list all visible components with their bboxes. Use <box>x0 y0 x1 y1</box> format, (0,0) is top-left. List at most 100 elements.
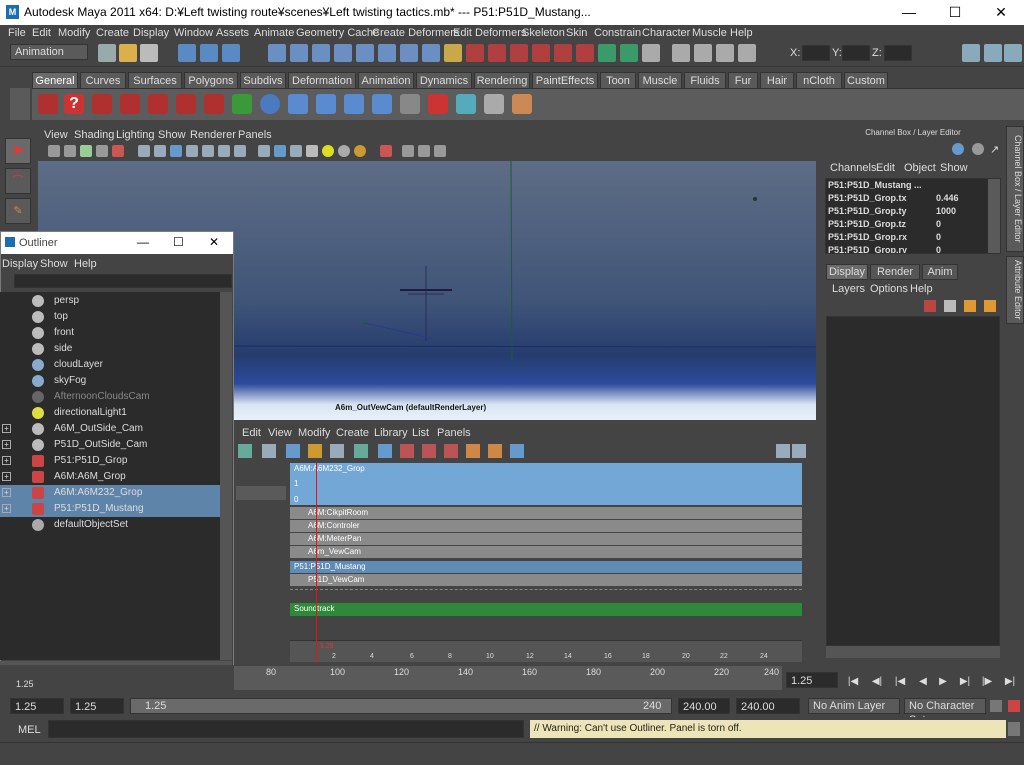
layer-tab-anim[interactable]: Anim <box>922 264 958 280</box>
shelf-tab-toon[interactable]: Toon <box>600 72 636 88</box>
menu-skeleton[interactable]: Skeleton <box>522 27 565 39</box>
outliner-item-directionallight1[interactable]: directionalLight1 <box>0 405 220 421</box>
outliner-menu-help[interactable]: Help <box>74 258 97 270</box>
layout-icon-3[interactable] <box>738 44 756 62</box>
outliner-item-a6m-outside-cam[interactable]: + A6M_OutSide_Cam <box>0 421 220 437</box>
play-backward-icon[interactable]: ◀ <box>916 675 930 689</box>
hypershade-icon[interactable] <box>554 44 572 62</box>
channel-row[interactable]: P51:P51D_Grop.ry 0 <box>826 245 1002 253</box>
layer-list[interactable] <box>826 316 1000 646</box>
vp-checker-icon[interactable] <box>306 145 318 157</box>
shelf-tab-rendering[interactable]: Rendering <box>474 72 530 88</box>
vp-menu-renderer[interactable]: Renderer <box>190 129 236 141</box>
ds-graph-icon[interactable] <box>286 444 300 458</box>
open-scene-icon[interactable] <box>119 44 137 62</box>
channel-object-name[interactable]: P51:P51D_Mustang ... <box>826 180 1002 193</box>
expand-icon[interactable]: + <box>2 456 11 465</box>
shelf-tab-fluids[interactable]: Fluids <box>684 72 726 88</box>
vp-textured-icon[interactable] <box>290 145 302 157</box>
layer-tab-render[interactable]: Render <box>870 264 920 280</box>
menu-animate[interactable]: Animate <box>254 27 294 39</box>
layout-icon[interactable] <box>694 44 712 62</box>
command-language-label[interactable]: MEL <box>18 724 41 736</box>
layer-hscrollbar[interactable] <box>826 646 1000 658</box>
channel-manip-icon[interactable]: ↗ <box>990 143 1002 156</box>
menu-display[interactable]: Display <box>133 27 169 39</box>
layer-move-down-icon[interactable] <box>984 300 996 312</box>
shelf-sphere-icon[interactable] <box>260 94 280 114</box>
vp-gate-mask-icon[interactable] <box>186 145 198 157</box>
vp-menu-lighting[interactable]: Lighting <box>116 129 155 141</box>
shelf-tab-curves[interactable]: Curves <box>80 72 126 88</box>
shelf-paint-icon[interactable] <box>232 94 252 114</box>
current-time-field[interactable]: 1.25 <box>786 672 838 688</box>
channel-row[interactable]: P51:P51D_Grop.rx 0 <box>826 232 1002 245</box>
outliner-item-persp[interactable]: persp <box>0 293 220 309</box>
menu-edit-deformers[interactable]: Edit Deformers <box>453 27 526 39</box>
new-scene-icon[interactable] <box>98 44 116 62</box>
shelf-light-icon[interactable] <box>120 94 140 114</box>
vp-wireframe-icon[interactable] <box>258 145 270 157</box>
step-back-frame-icon[interactable]: |◀ <box>893 675 907 689</box>
ds-row-meterpan[interactable]: A6M:MeterPan <box>290 533 802 545</box>
shelf-tab-painteffects[interactable]: PaintEffects <box>532 72 598 88</box>
x-field[interactable] <box>802 45 830 61</box>
snap-curve-icon[interactable] <box>290 44 308 62</box>
vp-lock-camera-icon[interactable] <box>64 145 76 157</box>
history-icon[interactable] <box>466 44 484 62</box>
outliner-menu-display[interactable]: Display <box>2 258 38 270</box>
anim-layer-dropdown[interactable]: No Anim Layer <box>808 698 900 714</box>
shelf-tab-subdivs[interactable]: Subdivs <box>240 72 286 88</box>
ds-blend-icon[interactable] <box>466 444 480 458</box>
render-settings-icon[interactable] <box>532 44 550 62</box>
cb-menu-show[interactable]: Show <box>940 162 968 174</box>
ds-row-cikpitroom[interactable]: A6M:CikpitRoom <box>290 507 802 519</box>
shelf-tab-custom[interactable]: Custom <box>844 72 888 88</box>
ds-row-controler[interactable]: A6M:Controler <box>290 520 802 532</box>
shelf-menu-icon[interactable] <box>10 88 30 120</box>
select-object-icon[interactable] <box>200 44 218 62</box>
ipr-render-icon[interactable] <box>510 44 528 62</box>
paint-select-tool-icon[interactable]: ✎ <box>5 198 31 224</box>
ds-pane-icon[interactable] <box>776 444 790 458</box>
ds-curve-icon[interactable] <box>354 444 368 458</box>
vp-xray-joints-icon[interactable] <box>418 145 430 157</box>
range-playback-end-field[interactable]: 240.00 <box>678 698 730 714</box>
step-back-key-icon[interactable]: ◀| <box>870 675 884 689</box>
input-icon[interactable] <box>620 44 638 62</box>
cb-menu-channels[interactable]: Channels <box>830 162 876 174</box>
menu-constrain[interactable]: Constrain <box>594 27 641 39</box>
shelf-graph-icon[interactable] <box>400 94 420 114</box>
vp-menu-shading[interactable]: Shading <box>74 129 114 141</box>
vp-camera-icon[interactable] <box>48 145 60 157</box>
vp-image-plane-icon[interactable] <box>96 145 108 157</box>
outliner-item-p51d-mustang[interactable]: + P51:P51D_Mustang <box>0 501 220 517</box>
outliner-item-a6m232-grop[interactable]: + A6M:A6M232_Grop <box>0 485 220 501</box>
lock-icon[interactable] <box>444 44 462 62</box>
command-input[interactable] <box>48 720 524 738</box>
mask-icon-2[interactable] <box>400 44 418 62</box>
shelf-camera-icon[interactable] <box>148 94 168 114</box>
menu-character[interactable]: Character <box>642 27 690 39</box>
menu-modify[interactable]: Modify <box>58 27 90 39</box>
ds-clip-icon[interactable] <box>308 444 322 458</box>
mask-icon[interactable] <box>378 44 396 62</box>
tool-settings-icon[interactable] <box>1004 44 1022 62</box>
ds-snap-icon[interactable] <box>378 444 392 458</box>
ds-menu-edit[interactable]: Edit <box>242 427 261 439</box>
snap-point-icon[interactable] <box>312 44 330 62</box>
vp-shadows-icon[interactable] <box>354 145 366 157</box>
ds-row-vewcam[interactable]: A6m_VewCam <box>290 546 802 558</box>
shelf-batch-icon[interactable] <box>204 94 224 114</box>
vp-film-gate-icon[interactable] <box>154 145 166 157</box>
channel-box-side-tab[interactable]: Channel Box / Layer Editor <box>1006 126 1024 252</box>
range-start-field[interactable]: 1.25 <box>10 698 64 714</box>
ds-split-icon[interactable] <box>422 444 436 458</box>
shelf-tab-ncloth[interactable]: nCloth <box>796 72 842 88</box>
menu-assets[interactable]: Assets <box>216 27 249 39</box>
layer-tab-display[interactable]: Display <box>826 264 868 280</box>
vp-all-lights-icon[interactable] <box>338 145 350 157</box>
vp-menu-view[interactable]: View <box>44 129 68 141</box>
panel-icon[interactable] <box>642 44 660 62</box>
menu-help[interactable]: Help <box>730 27 753 39</box>
